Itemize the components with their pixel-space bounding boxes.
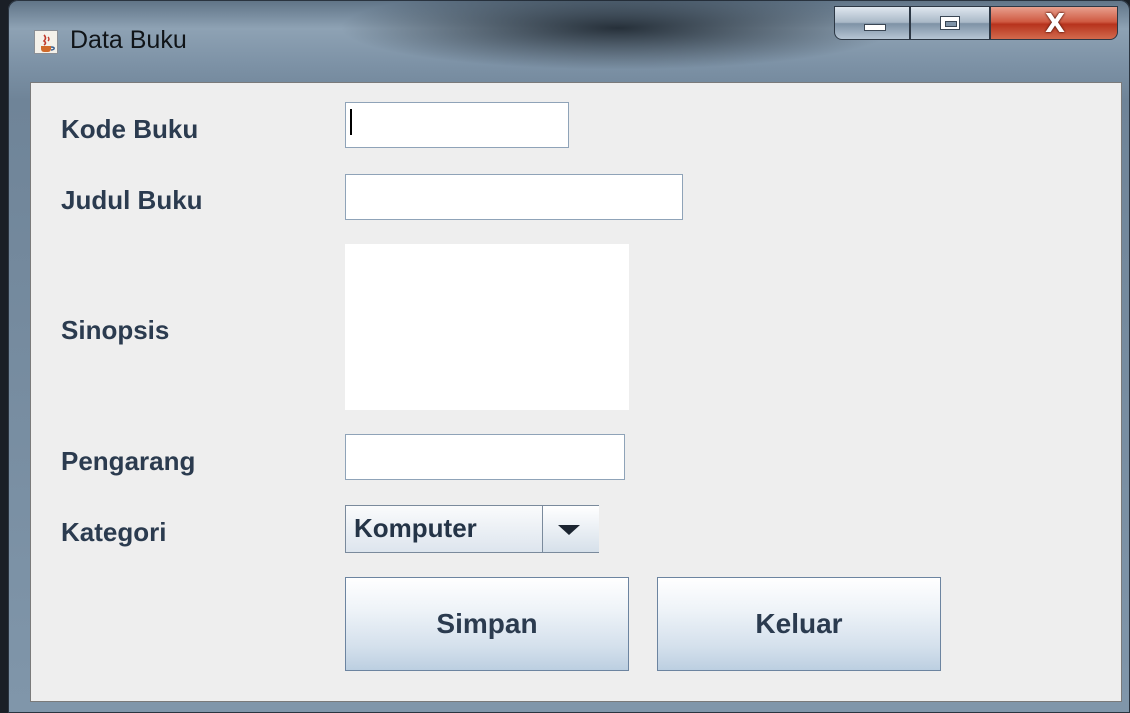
kode-buku-label: Kode Buku — [61, 114, 199, 144]
form-panel: Kode Buku Judul Buku Sinopsis Pengarang … — [30, 82, 1122, 702]
chevron-down-icon — [558, 525, 580, 535]
titlebar[interactable]: Data Buku X — [8, 0, 1130, 82]
judul-buku-label: Judul Buku — [61, 185, 203, 215]
window-title: Data Buku — [70, 26, 187, 54]
window-controls: X — [834, 6, 1120, 42]
sinopsis-textarea[interactable] — [345, 244, 629, 410]
minimize-icon — [864, 24, 886, 31]
maximize-icon — [940, 16, 960, 30]
java-coffee-icon[interactable] — [34, 30, 58, 54]
minimize-button[interactable] — [834, 6, 910, 40]
pengarang-input[interactable] — [345, 434, 625, 480]
judul-buku-input[interactable] — [345, 174, 683, 220]
text-caret — [350, 109, 352, 135]
kategori-dropdown[interactable]: Komputer — [345, 505, 599, 553]
close-icon: X — [1044, 9, 1066, 39]
kategori-selected-value: Komputer — [354, 513, 477, 543]
simpan-button[interactable]: Simpan — [345, 577, 629, 671]
keluar-button[interactable]: Keluar — [657, 577, 941, 671]
maximize-button[interactable] — [910, 6, 990, 40]
sinopsis-label: Sinopsis — [61, 315, 170, 345]
pengarang-label: Pengarang — [61, 446, 196, 476]
app-window: Data Buku X Kode Buku Judul Buku Sinopsi… — [8, 0, 1130, 713]
close-button[interactable]: X — [990, 6, 1118, 40]
kode-buku-input[interactable] — [345, 102, 569, 148]
kategori-label: Kategori — [61, 517, 167, 547]
dropdown-toggle-button[interactable] — [542, 506, 599, 552]
